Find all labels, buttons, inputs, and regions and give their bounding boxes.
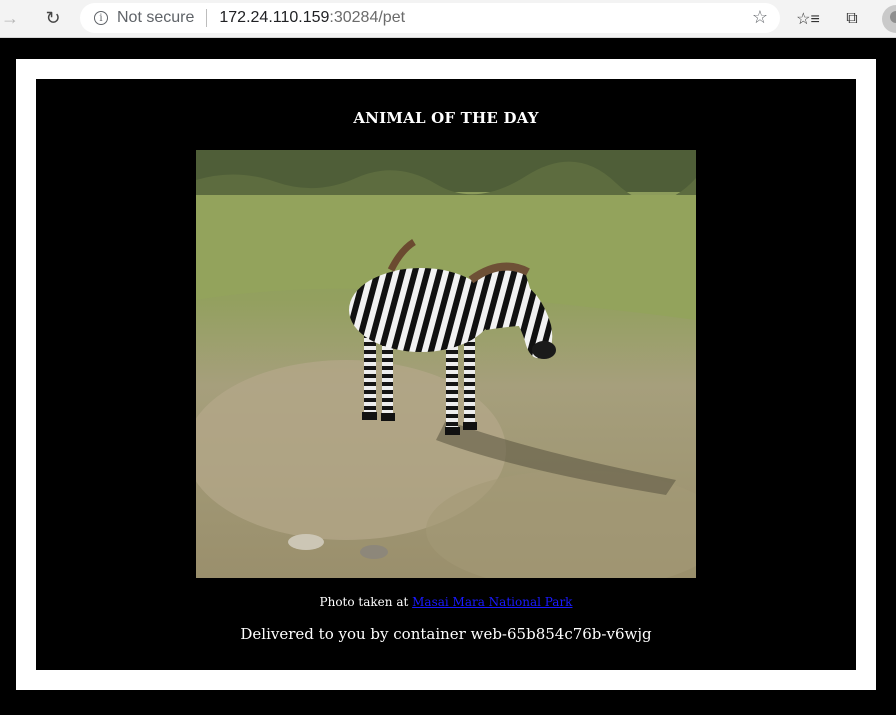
page-frame: ANIMAL OF THE DAY Photo taken at Masai M… bbox=[16, 59, 876, 690]
page-title: ANIMAL OF THE DAY bbox=[353, 109, 539, 127]
url-path: :30284/pet bbox=[329, 9, 406, 26]
browser-toolbar: → ↻ i Not secure 172.24.110.159:30284/pe… bbox=[0, 0, 896, 38]
photo-caption: Photo taken at Masai Mara National Park bbox=[36, 595, 856, 609]
content-panel: ANIMAL OF THE DAY Photo taken at Masai M… bbox=[36, 79, 856, 670]
security-label: Not secure bbox=[117, 9, 195, 26]
caption-prefix: Photo taken at bbox=[319, 595, 409, 609]
favorite-star-icon[interactable]: ☆ bbox=[752, 7, 768, 28]
park-link[interactable]: Masai Mara National Park bbox=[412, 595, 572, 609]
address-bar[interactable]: i Not secure 172.24.110.159:30284/pet ☆ bbox=[80, 3, 780, 33]
collections-icon[interactable]: ⧉ bbox=[839, 6, 865, 32]
url-host: 172.24.110.159 bbox=[219, 9, 330, 26]
favorites-icon[interactable]: ☆≡ bbox=[795, 6, 821, 32]
forward-icon[interactable]: → bbox=[0, 6, 22, 30]
profile-avatar[interactable] bbox=[882, 5, 896, 33]
reload-icon[interactable]: ↻ bbox=[41, 6, 65, 30]
container-info: Delivered to you by container web-65b854… bbox=[240, 625, 652, 643]
address-divider bbox=[206, 9, 208, 27]
zebra-photo bbox=[196, 150, 696, 578]
info-icon[interactable]: i bbox=[94, 11, 108, 25]
